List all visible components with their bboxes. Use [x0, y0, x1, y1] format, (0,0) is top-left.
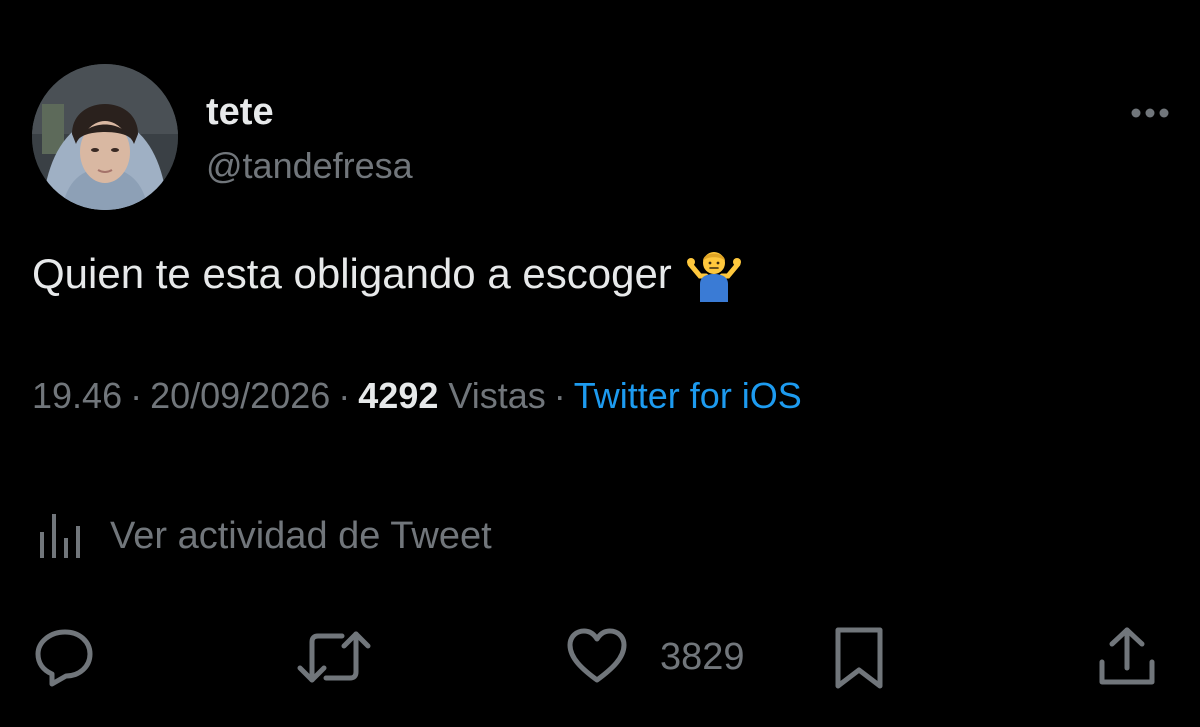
- tweet-meta: 19.46 · 20/09/2026 · 4292 Vistas · Twitter for…: [32, 372, 802, 420]
- retweet-icon: [297, 631, 371, 683]
- like-count: 3829: [660, 635, 745, 678]
- analytics-icon: [40, 514, 80, 558]
- tweet-time[interactable]: 19.46: [32, 375, 122, 416]
- reply-button[interactable]: [32, 622, 98, 692]
- like-button[interactable]: 3829: [564, 622, 745, 692]
- retweet-button[interactable]: [296, 622, 372, 692]
- avatar[interactable]: [32, 64, 178, 210]
- user-handle[interactable]: @tandefresa: [206, 144, 413, 188]
- activity-label: Ver actividad de Tweet: [110, 514, 492, 557]
- heart-icon: [567, 628, 627, 683]
- views-label: Vistas: [448, 375, 546, 416]
- bookmark-icon: [835, 627, 883, 689]
- tweet-source-link[interactable]: Twitter for iOS: [574, 375, 802, 416]
- views-count: 4292: [358, 375, 439, 416]
- tweet-text: Quien te esta obligando a escoger: [32, 246, 742, 302]
- person-shrugging-icon: [686, 246, 742, 302]
- tweet-date[interactable]: 20/09/2026: [150, 375, 330, 416]
- meta-separator: ·: [338, 375, 351, 416]
- share-icon: [1099, 627, 1155, 685]
- display-name[interactable]: tete: [206, 90, 274, 134]
- bookmark-button[interactable]: [828, 622, 890, 692]
- avatar-image: [32, 64, 178, 210]
- tweet-detail: tete @tandefresa Quien te esta obligando…: [0, 0, 1200, 727]
- share-button[interactable]: [1094, 622, 1160, 692]
- tweet-text-content: Quien te esta obligando a escoger: [32, 250, 672, 297]
- more-options-button[interactable]: [1126, 100, 1174, 126]
- meta-separator: ·: [130, 375, 143, 416]
- more-icon: [1131, 108, 1169, 118]
- meta-separator: ·: [553, 375, 566, 416]
- reply-icon: [35, 629, 93, 687]
- tweet-activity-link[interactable]: Ver actividad de Tweet: [32, 506, 492, 566]
